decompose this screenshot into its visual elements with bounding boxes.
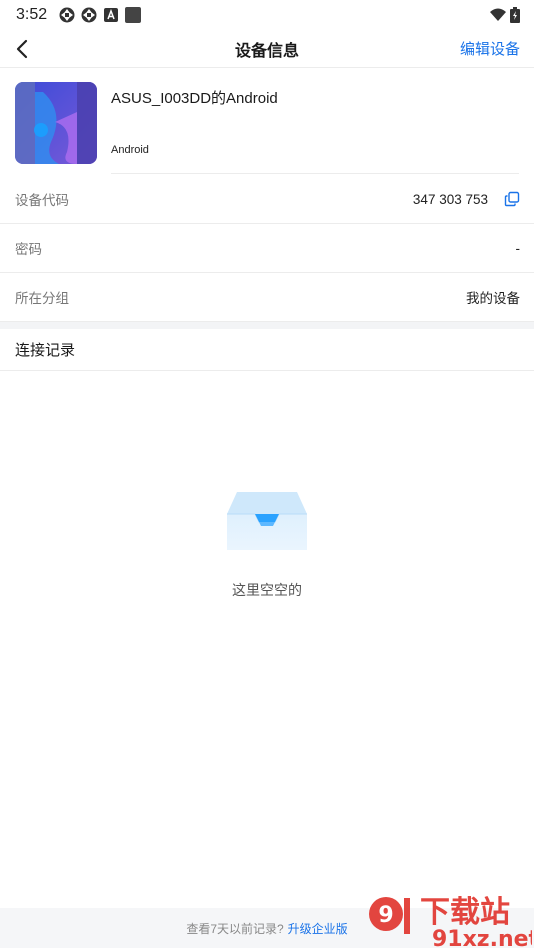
- device-code-value-wrap: 347 303 753: [413, 191, 520, 207]
- svg-text:9: 9: [378, 903, 393, 928]
- status-time: 3:52: [16, 6, 48, 23]
- status-system-icons: [490, 7, 520, 23]
- section-divider: [0, 322, 534, 329]
- copy-icon: [504, 191, 520, 207]
- edit-device-button[interactable]: 编辑设备: [460, 38, 520, 59]
- empty-inbox-icon: [227, 492, 307, 550]
- device-thumbnail: [15, 82, 97, 164]
- device-code-label: 设备代码: [15, 193, 69, 208]
- aperture-icon: [59, 7, 75, 23]
- group-row[interactable]: 所在分组 我的设备: [0, 273, 534, 322]
- history-hint: 查看7天以前记录?: [186, 921, 284, 936]
- group-label: 所在分组: [15, 291, 69, 306]
- nav-bar: 设备信息 编辑设备: [0, 30, 534, 68]
- status-notification-icons: [59, 7, 142, 23]
- copy-button[interactable]: [504, 191, 520, 207]
- page-title: 设备信息: [234, 42, 299, 60]
- empty-state: 这里空空的: [0, 488, 534, 600]
- square-app-icon: [125, 7, 142, 23]
- svg-text:91xz.net: 91xz.net: [432, 927, 532, 950]
- watermark-logo: 9 下载站 91xz.net: [369, 895, 532, 950]
- password-row: 密码 -: [0, 224, 534, 273]
- font-a-icon: [104, 8, 119, 22]
- status-bar: 3:52: [0, 0, 534, 30]
- svg-text:下载站: 下载站: [420, 895, 510, 930]
- battery-icon: [510, 7, 520, 23]
- chevron-left-icon: [16, 39, 28, 58]
- back-button[interactable]: [0, 30, 44, 68]
- device-code-value: 347 303 753: [412, 191, 488, 207]
- connection-records-header: 连接记录: [0, 329, 534, 371]
- wifi-icon: [490, 8, 506, 21]
- device-info: ASUS_I003DD的Android Android: [111, 82, 519, 174]
- device-code-row: 设备代码 347 303 753: [0, 175, 534, 224]
- password-value: -: [515, 240, 521, 256]
- upgrade-link[interactable]: 升级企业版: [288, 920, 348, 937]
- device-card: ASUS_I003DD的Android Android: [0, 68, 534, 175]
- group-value: 我的设备: [466, 291, 520, 306]
- device-os: Android: [111, 144, 149, 156]
- empty-text: 这里空空的: [232, 582, 302, 598]
- password-label: 密码: [15, 242, 42, 257]
- aperture-icon: [81, 7, 97, 23]
- device-name: ASUS_I003DD的Android: [111, 90, 278, 107]
